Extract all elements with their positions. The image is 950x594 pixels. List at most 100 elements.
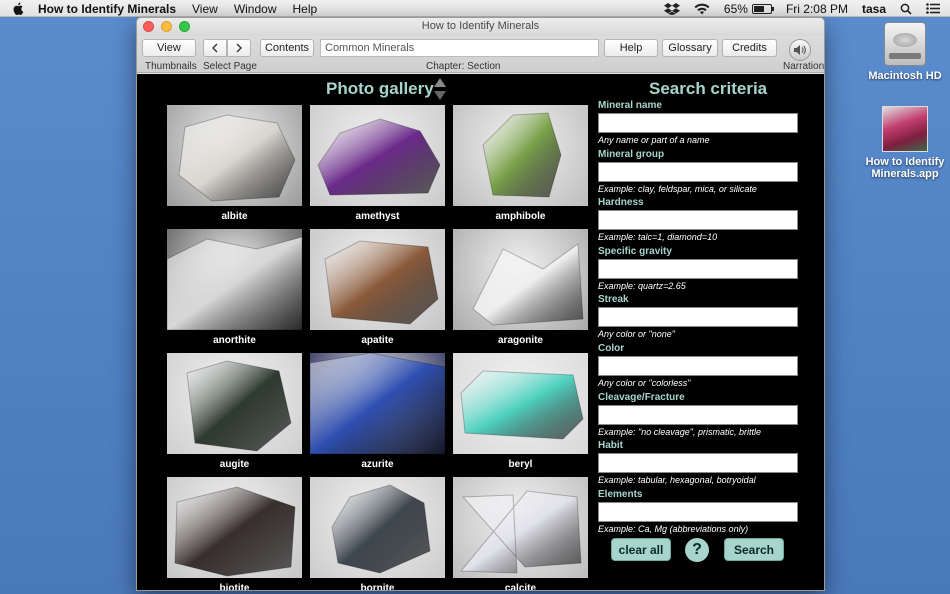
view-button[interactable]: View bbox=[142, 39, 196, 57]
app-label-line2: Minerals.app bbox=[871, 168, 939, 180]
gallery-thumb-anorthite[interactable]: anorthite bbox=[167, 229, 302, 346]
mineral-specimen-shape bbox=[174, 486, 296, 577]
gallery-caption: aragonite bbox=[497, 335, 543, 346]
mineral-photo[interactable] bbox=[167, 353, 302, 454]
spotlight-search-icon[interactable] bbox=[900, 3, 912, 15]
mineral-specimen-shape bbox=[167, 236, 302, 330]
select-page-label: Select Page bbox=[203, 61, 257, 72]
specific-gravity-input[interactable] bbox=[598, 258, 798, 279]
next-page-button[interactable] bbox=[227, 39, 251, 57]
glossary-button[interactable]: Glossary bbox=[662, 39, 718, 57]
gallery-thumb-aragonite[interactable]: aragonite bbox=[453, 229, 588, 346]
menu-view[interactable]: View bbox=[192, 2, 218, 16]
chapter-section-label: Chapter: Section bbox=[426, 61, 501, 72]
search-field-color: Color Any color or "colorless" bbox=[598, 343, 798, 388]
search-field-label: Color bbox=[598, 343, 625, 354]
window-title: How to Identify Minerals bbox=[421, 20, 540, 32]
gallery-caption: biotite bbox=[219, 583, 250, 591]
wifi-icon[interactable] bbox=[694, 3, 710, 15]
mineral-specimen-shape bbox=[459, 490, 582, 574]
search-field-streak: Streak Any color or "none" bbox=[598, 294, 798, 339]
search-field-label: Mineral name bbox=[598, 100, 662, 111]
gallery-thumb-amphibole[interactable]: amphibole bbox=[453, 105, 588, 222]
mineral-group-input[interactable] bbox=[598, 161, 798, 182]
battery-status[interactable]: 65% bbox=[724, 2, 774, 16]
mineral-photo[interactable] bbox=[167, 477, 302, 578]
notification-center-icon[interactable] bbox=[926, 3, 940, 14]
hard-drive-icon bbox=[884, 22, 926, 66]
mineral-specimen-shape bbox=[310, 353, 445, 454]
gallery-caption: azurite bbox=[361, 459, 394, 470]
menu-bar: How to Identify Minerals View Window Hel… bbox=[0, 0, 950, 17]
window-titlebar[interactable]: How to Identify Minerals bbox=[137, 18, 824, 36]
gallery-thumb-albite[interactable]: albite bbox=[167, 105, 302, 222]
gallery-thumb-bornite[interactable]: bornite bbox=[310, 477, 445, 591]
search-field-hint: Example: Ca, Mg (abbreviations only) bbox=[598, 523, 749, 534]
main-content: Photo gallery albite amethyst amphibole ano… bbox=[137, 74, 824, 591]
mineral-specimen-shape bbox=[186, 360, 292, 452]
gallery-thumb-beryl[interactable]: beryl bbox=[453, 353, 588, 470]
gallery-thumb-apatite[interactable]: apatite bbox=[310, 229, 445, 346]
gallery-thumb-augite[interactable]: augite bbox=[167, 353, 302, 470]
speaker-icon bbox=[794, 45, 806, 55]
color-input[interactable] bbox=[598, 356, 798, 376]
mineral-photo[interactable] bbox=[167, 105, 302, 206]
mineral-photo[interactable] bbox=[310, 477, 445, 578]
gallery-caption: augite bbox=[219, 459, 250, 470]
gallery-thumb-biotite[interactable]: biotite bbox=[167, 477, 302, 591]
search-field-hint: Any color or "colorless" bbox=[598, 378, 691, 388]
mineral-photo[interactable] bbox=[167, 229, 302, 330]
mineral-photo[interactable] bbox=[453, 229, 588, 330]
search-field-label: Streak bbox=[598, 294, 629, 306]
mineral-photo[interactable] bbox=[310, 229, 445, 330]
mineral-photo[interactable] bbox=[453, 105, 588, 206]
menu-app-name[interactable]: How to Identify Minerals bbox=[38, 2, 176, 16]
mineral-photo[interactable] bbox=[453, 353, 588, 454]
streak-input[interactable] bbox=[598, 307, 798, 328]
elements-input[interactable] bbox=[598, 501, 798, 522]
menu-clock[interactable]: Fri 2:08 PM bbox=[786, 2, 848, 16]
cleavage-fracture-input[interactable] bbox=[598, 404, 798, 425]
credits-button[interactable]: Credits bbox=[722, 39, 777, 57]
mineral-app-icon bbox=[882, 106, 928, 152]
menu-help[interactable]: Help bbox=[293, 2, 318, 16]
mineral-photo[interactable] bbox=[310, 353, 445, 454]
menu-window[interactable]: Window bbox=[234, 2, 277, 16]
previous-page-button[interactable] bbox=[203, 39, 227, 57]
help-button[interactable]: Help bbox=[604, 39, 658, 57]
sort-updown-icon[interactable] bbox=[434, 78, 446, 100]
contents-button[interactable]: Contents bbox=[260, 39, 314, 57]
mineral-name-input[interactable] bbox=[598, 113, 798, 133]
mineral-photo[interactable] bbox=[310, 105, 445, 206]
search-field-elements: Elements Example: Ca, Mg (abbreviations o… bbox=[598, 489, 798, 534]
gallery-thumb-calcite[interactable]: calcite bbox=[453, 477, 588, 590]
search-field-habit: Habit Example: tabular, hexagonal, botryo… bbox=[598, 440, 798, 485]
search-field-mineral-name: Mineral name Any name or part of a name bbox=[598, 100, 798, 145]
chapter-section-field[interactable]: Common Minerals bbox=[320, 39, 599, 57]
macintosh-hd-desktop-icon[interactable]: Macintosh HD bbox=[860, 22, 950, 82]
search-field-label: Habit bbox=[598, 440, 623, 452]
apple-menu-icon[interactable] bbox=[12, 2, 24, 15]
photo-gallery-title: Photo gallery bbox=[326, 79, 434, 98]
habit-input[interactable] bbox=[598, 453, 798, 474]
menu-user[interactable]: tasa bbox=[862, 2, 886, 16]
search-field-hint: Any name or part of a name bbox=[598, 135, 710, 145]
dropbox-icon[interactable] bbox=[663, 2, 680, 15]
app-desktop-icon[interactable]: How to Identify Minerals.app bbox=[860, 106, 950, 180]
mineral-photo[interactable] bbox=[453, 477, 588, 578]
mineral-specimen-shape bbox=[178, 114, 296, 202]
search-field-hint: Example: talc=1, diamond=10 bbox=[598, 232, 718, 243]
search-button[interactable]: Search bbox=[724, 538, 784, 561]
gallery-caption: bornite bbox=[360, 583, 395, 591]
narration-button[interactable] bbox=[789, 39, 811, 61]
search-field-hint: Example: clay, feldspar, mica, or silica… bbox=[598, 183, 757, 194]
search-help-button[interactable]: ? bbox=[685, 538, 709, 562]
gallery-thumb-azurite[interactable]: azurite bbox=[310, 353, 445, 470]
macintosh-hd-label: Macintosh HD bbox=[868, 70, 942, 82]
gallery-thumb-amethyst[interactable]: amethyst bbox=[310, 105, 445, 222]
hardness-input[interactable] bbox=[598, 210, 798, 231]
mineral-specimen-shape bbox=[324, 240, 439, 325]
search-field-specific-gravity: Specific gravity Example: quartz=2.65 bbox=[598, 246, 798, 291]
clear-all-button[interactable]: clear all bbox=[611, 538, 671, 561]
gallery-caption: amethyst bbox=[355, 211, 400, 222]
